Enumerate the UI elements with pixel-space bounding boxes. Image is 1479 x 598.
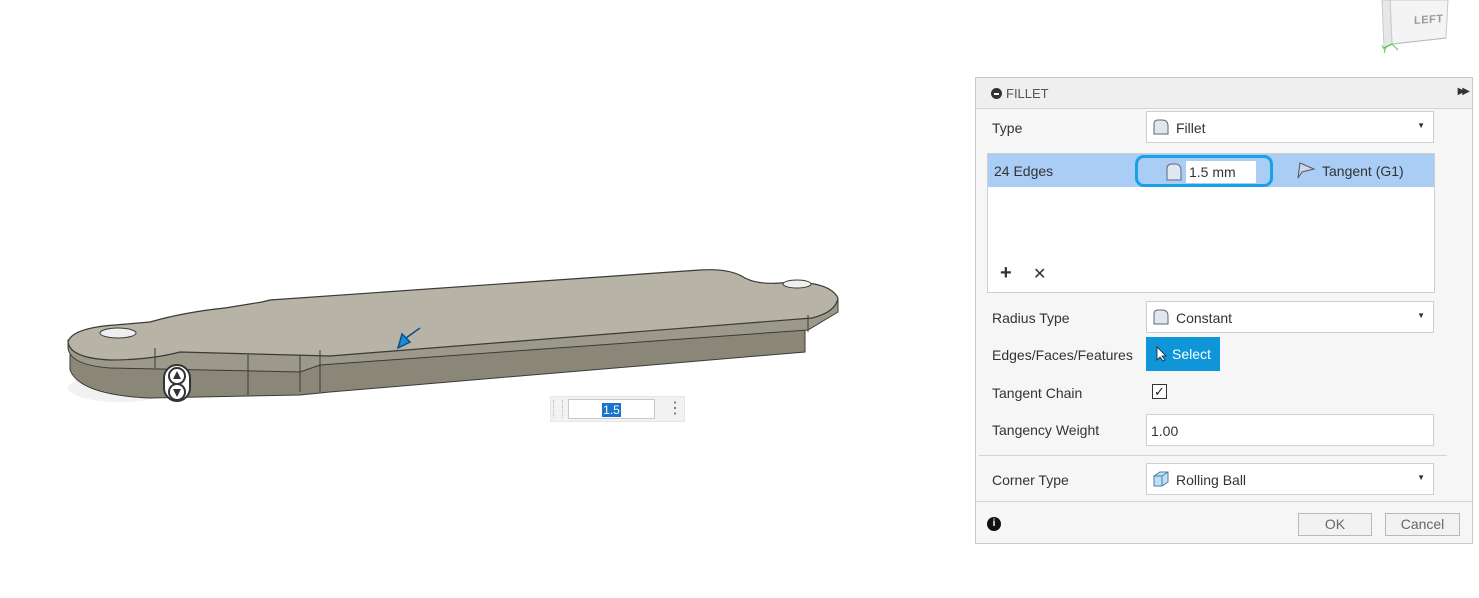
corner-type-label: Corner Type (992, 472, 1069, 488)
model-body[interactable] (0, 0, 860, 430)
cursor-icon (1156, 346, 1167, 362)
cancel-button[interactable]: Cancel (1385, 513, 1460, 536)
tangent-chain-label: Tangent Chain (992, 385, 1083, 401)
viewport-value-box: 1.5 ⋮ (550, 396, 685, 422)
radius-field-highlight[interactable]: 1.5 mm (1135, 155, 1273, 187)
radius-type-label: Radius Type (992, 310, 1070, 326)
add-icon[interactable]: + (1000, 262, 1012, 285)
dialog-footer: i OK Cancel (976, 501, 1472, 544)
viewcube[interactable] (1378, 0, 1458, 60)
viewcube-face-label[interactable]: LEFT (1414, 13, 1444, 27)
edges-list[interactable]: 24 Edges 1.5 mm Tangent (G1) + ✕ (987, 153, 1435, 293)
viewport-radius-value[interactable]: 1.5 (602, 403, 621, 417)
radius-type-dropdown[interactable]: Constant ▼ (1146, 301, 1434, 333)
chevron-down-icon: ▼ (1417, 121, 1425, 130)
type-label: Type (992, 120, 1023, 136)
dialog-title: FILLET (1006, 86, 1049, 101)
more-options-icon[interactable]: ⋮ (667, 400, 683, 418)
fillet-manipulator-handle[interactable] (163, 364, 191, 402)
continuity-value[interactable]: Tangent (G1) (1322, 163, 1404, 179)
corner-type-value: Rolling Ball (1176, 472, 1247, 488)
radius-type-value: Constant (1176, 310, 1233, 326)
fillet-dialog: FILLET ▶▶ Type Fillet ▼ 24 Edges 1.5 mm … (975, 77, 1473, 544)
edges-selection-row[interactable]: 24 Edges 1.5 mm Tangent (G1) (988, 154, 1434, 187)
select-button-label: Select (1172, 346, 1211, 362)
dialog-header: FILLET ▶▶ (976, 78, 1472, 109)
tangency-weight-label: Tangency Weight (992, 422, 1100, 438)
corner-type-dropdown[interactable]: Rolling Ball ▼ (1146, 463, 1434, 495)
fillet-icon (1153, 119, 1169, 135)
radius-input[interactable]: 1.5 mm (1186, 161, 1256, 183)
type-value: Fillet (1176, 120, 1206, 136)
rolling-ball-icon (1153, 471, 1169, 487)
constant-radius-icon (1153, 309, 1169, 325)
distance-arrow-icon[interactable] (394, 324, 424, 352)
collapse-icon[interactable] (991, 88, 1002, 99)
drag-grip[interactable] (553, 400, 563, 418)
radius-value[interactable]: 1.5 mm (1189, 164, 1236, 180)
tangency-weight-input[interactable]: 1.00 (1146, 414, 1434, 446)
viewport-radius-input[interactable]: 1.5 (568, 399, 655, 419)
ok-button[interactable]: OK (1298, 513, 1372, 536)
axis-y-label: Y (1381, 44, 1389, 56)
chevron-down-icon: ▼ (1417, 311, 1425, 320)
tangent-chain-checkbox[interactable]: ✓ (1152, 384, 1167, 399)
type-dropdown[interactable]: Fillet ▼ (1146, 111, 1434, 143)
edges-count: 24 Edges (994, 163, 1054, 179)
tangent-flag-icon (1297, 162, 1316, 179)
info-icon[interactable]: i (987, 517, 1001, 531)
select-button[interactable]: Select (1146, 337, 1220, 371)
chevron-down-icon: ▼ (1417, 473, 1425, 482)
divider (979, 455, 1447, 456)
expand-icon[interactable]: ▶▶ (1458, 86, 1471, 97)
tangency-weight-value[interactable]: 1.00 (1151, 423, 1178, 439)
edges-faces-features-label: Edges/Faces/Features (992, 347, 1133, 363)
radius-icon (1166, 163, 1182, 181)
close-icon[interactable]: ✕ (1033, 264, 1046, 284)
